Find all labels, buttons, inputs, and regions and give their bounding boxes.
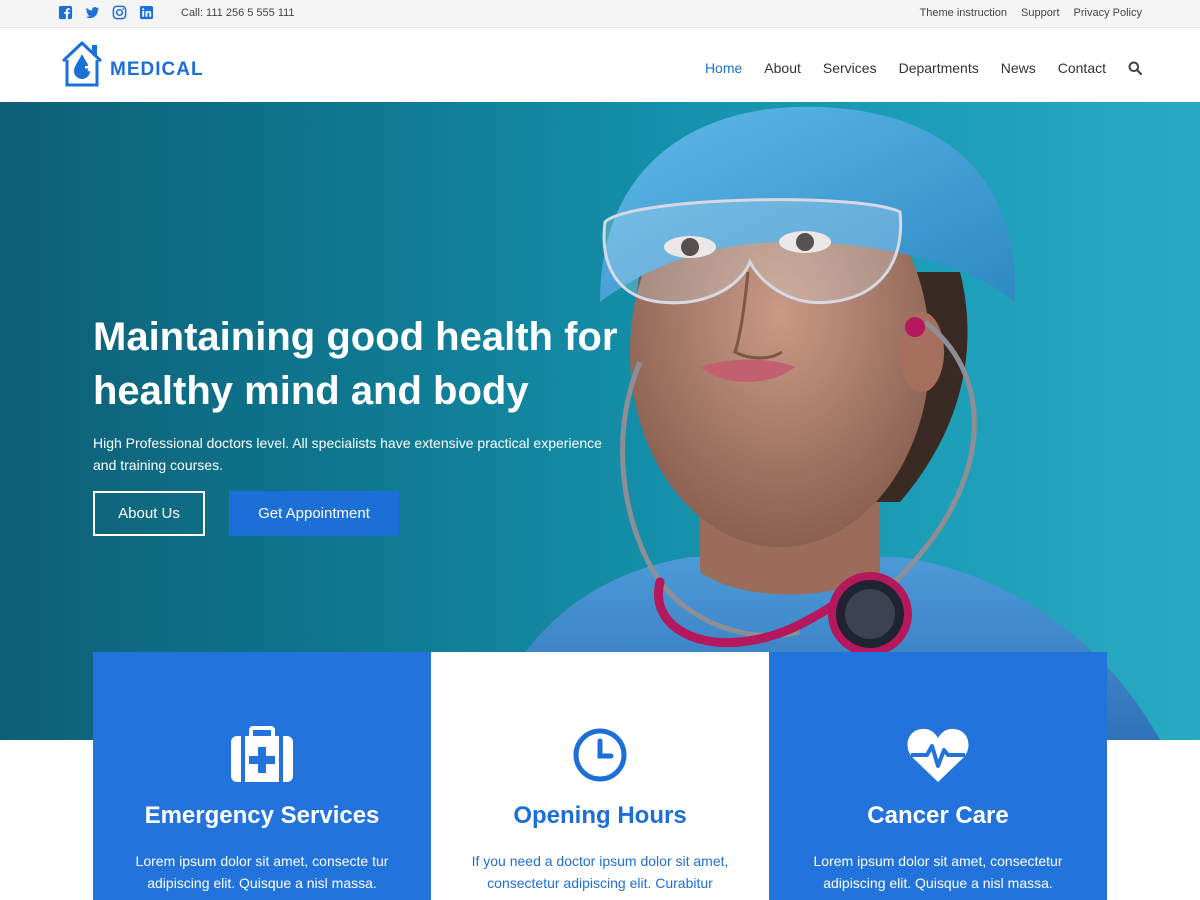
doctor-photo: [480, 106, 1160, 740]
top-bar: Call: 111 256 5 555 111 Theme instructio…: [0, 0, 1200, 28]
nav-departments[interactable]: Departments: [899, 60, 979, 76]
main-nav: Home About Services Departments News Con…: [683, 60, 1142, 76]
card-title: Opening Hours: [513, 802, 687, 829]
nav-about[interactable]: About: [764, 60, 801, 76]
instagram-icon[interactable]: [112, 5, 127, 20]
nav-home[interactable]: Home: [705, 60, 742, 76]
privacy-policy-link[interactable]: Privacy Policy: [1074, 7, 1142, 19]
clock-icon: [573, 728, 627, 782]
phone-number: Call: 111 256 5 555 111: [181, 7, 295, 19]
card-opening-hours[interactable]: Opening Hours If you need a doctor ipsum…: [431, 652, 769, 900]
nav-contact[interactable]: Contact: [1058, 60, 1106, 76]
hero-subtitle: High Professional doctors level. All spe…: [93, 435, 602, 473]
card-text: Lorem ipsum dolor sit amet, consectetur …: [813, 853, 1063, 900]
support-link[interactable]: Support: [1021, 7, 1060, 19]
get-appointment-button[interactable]: Get Appointment: [229, 491, 399, 536]
card-title: Cancer Care: [867, 802, 1009, 829]
medical-house-logo-icon: [61, 41, 103, 87]
card-text: Lorem ipsum dolor sit amet, consecte tur…: [135, 853, 389, 900]
top-links: Theme instruction Support Privacy Policy: [920, 7, 1142, 19]
hero-title: Maintaining good health for healthy mind…: [93, 315, 618, 413]
twitter-icon[interactable]: [85, 5, 100, 20]
search-icon[interactable]: [1128, 61, 1142, 75]
card-emergency-services[interactable]: Emergency Services Lorem ipsum dolor sit…: [93, 652, 431, 900]
heart-pulse-icon: [907, 728, 969, 782]
about-us-button[interactable]: About Us: [93, 491, 205, 536]
logo[interactable]: MEDICAL: [59, 40, 204, 88]
card-title: Emergency Services: [144, 802, 380, 829]
first-aid-kit-icon: [231, 726, 293, 782]
logo-text: MEDICAL: [110, 59, 204, 80]
hero-banner: Maintaining good health for healthy mind…: [0, 102, 1200, 740]
site-header: MEDICAL Home About Services Departments …: [0, 28, 1200, 102]
theme-instruction-link[interactable]: Theme instruction: [920, 7, 1007, 19]
social-links: [58, 5, 154, 20]
card-text: If you need a doctor ipsum dolor sit ame…: [471, 853, 729, 900]
facebook-icon[interactable]: [58, 5, 73, 20]
nav-news[interactable]: News: [1001, 60, 1036, 76]
card-cancer-care[interactable]: Cancer Care Lorem ipsum dolor sit amet, …: [769, 652, 1107, 900]
feature-cards: Emergency Services Lorem ipsum dolor sit…: [93, 652, 1107, 900]
linkedin-icon[interactable]: [139, 5, 154, 20]
nav-services[interactable]: Services: [823, 60, 877, 76]
